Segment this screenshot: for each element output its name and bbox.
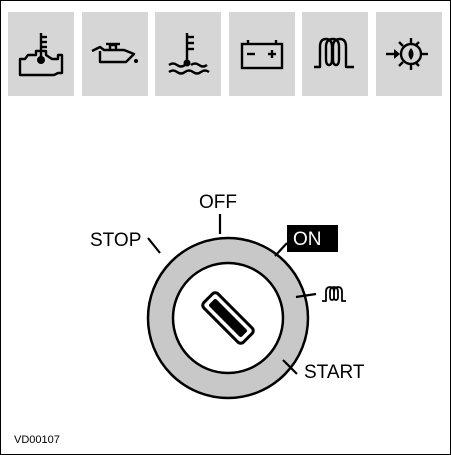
position-start-label: START [304, 362, 365, 383]
tick-on [274, 242, 288, 257]
position-preheat-icon [322, 286, 346, 302]
position-on-label: ON [293, 229, 322, 250]
tick-stop [147, 237, 161, 254]
position-off-label: OFF [199, 192, 237, 213]
position-stop-label: STOP [90, 230, 141, 251]
figure-code: VD00107 [14, 434, 60, 446]
key-switch-diagram: STOP OFF ON START [90, 192, 365, 400]
